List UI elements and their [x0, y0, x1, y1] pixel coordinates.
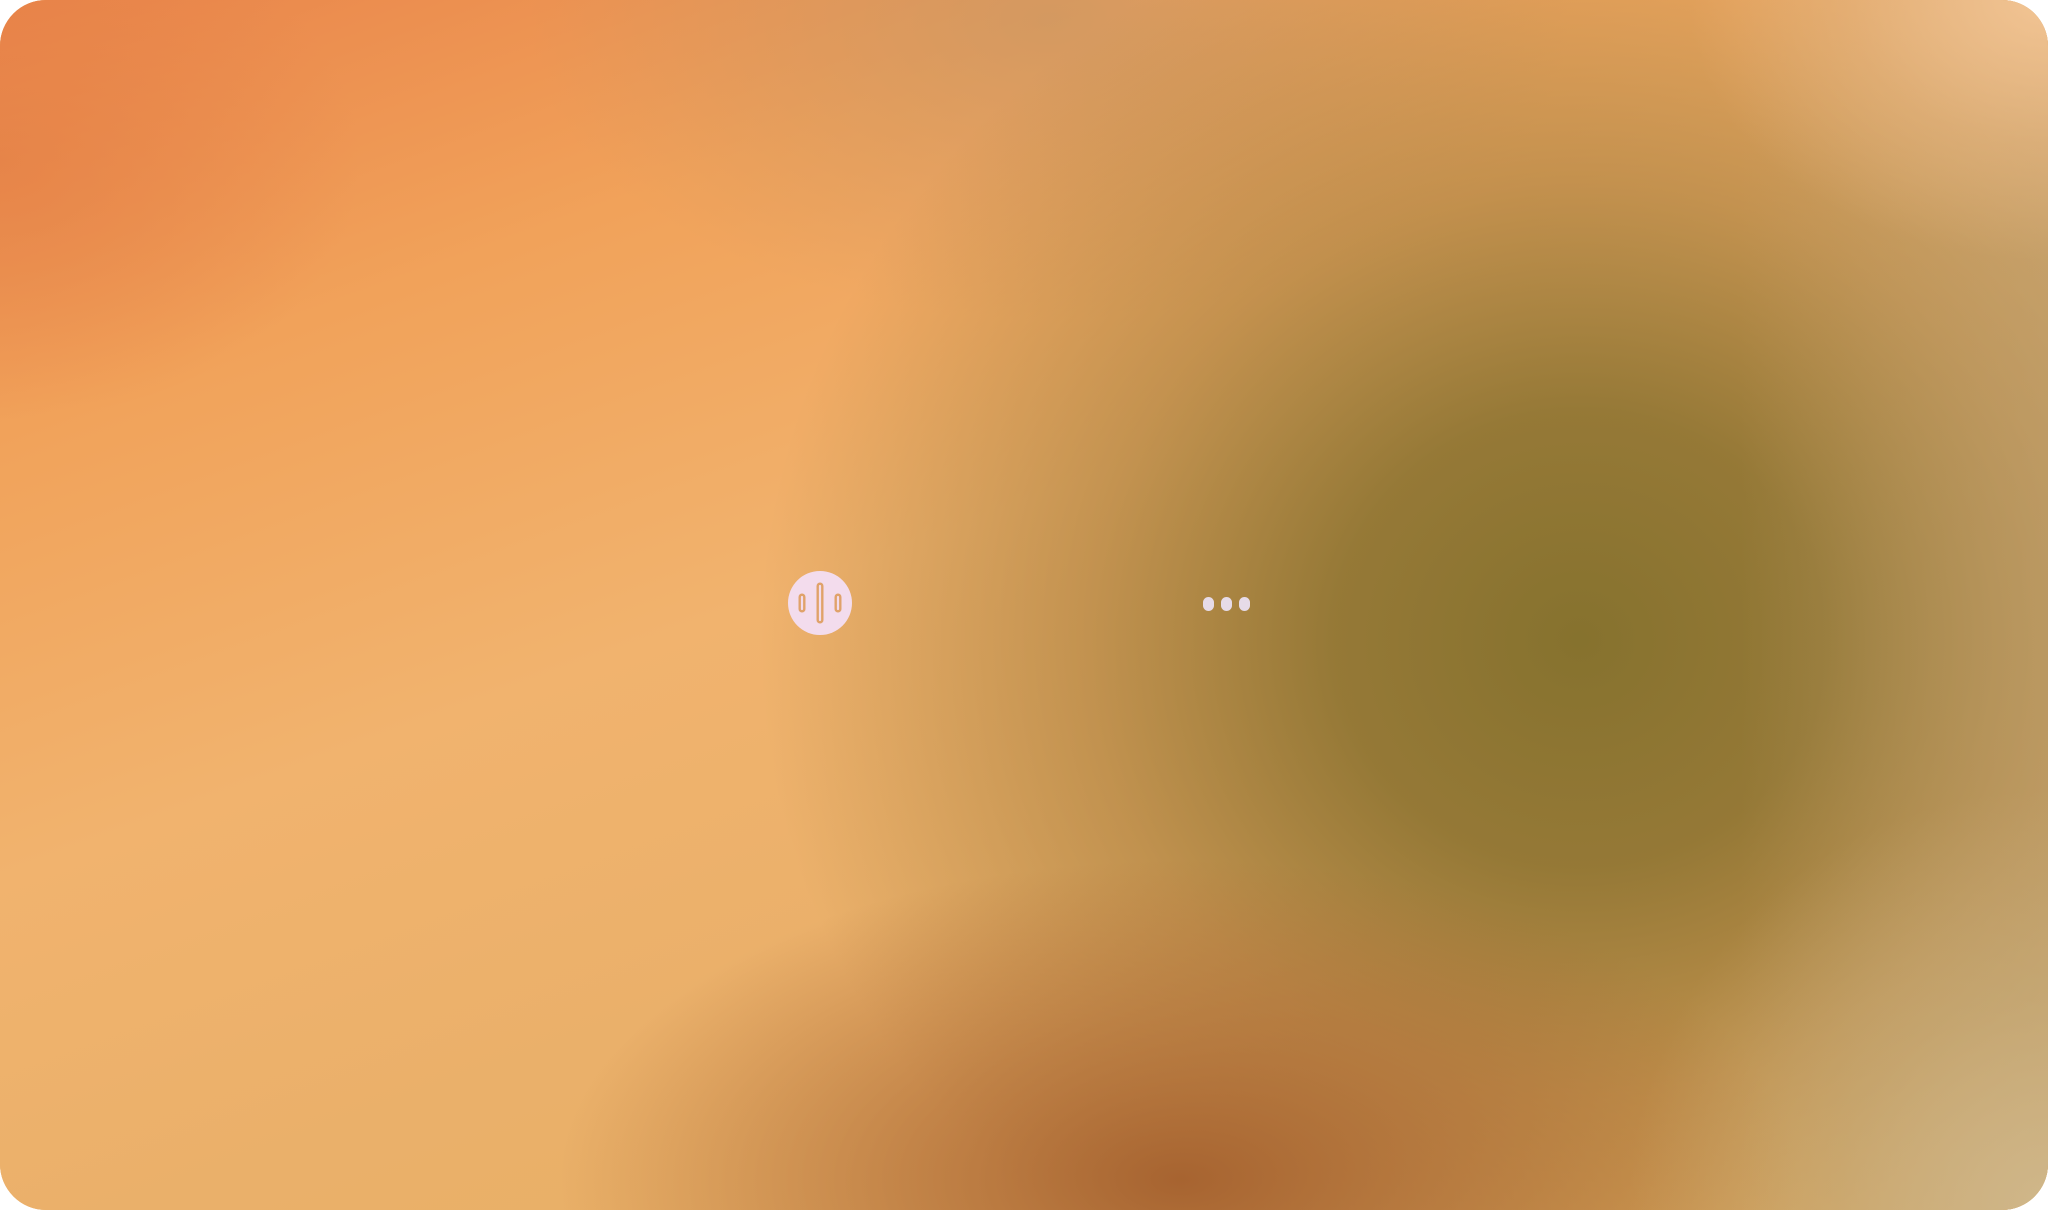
more-horizontal-icon-dot — [1239, 597, 1250, 611]
gradient-layer-bottom-right — [0, 0, 2048, 1210]
gradient-layer-olive — [0, 0, 2048, 1210]
gradient-layer-top-left — [0, 0, 2048, 1210]
more-options-button[interactable] — [1198, 592, 1256, 616]
voice-button[interactable] — [788, 571, 852, 635]
voice-mode-screen — [0, 0, 2048, 1210]
gradient-background — [0, 0, 2048, 1210]
more-horizontal-icon — [1203, 597, 1214, 611]
gradient-layer-top-right — [0, 0, 2048, 1210]
gradient-layer-right-edge — [0, 0, 2048, 1210]
more-horizontal-icon-dot — [1221, 597, 1232, 611]
voice-waveform-icon — [798, 582, 842, 624]
gradient-layer-top-middle — [0, 0, 2048, 1210]
gradient-layer-rust — [0, 0, 2048, 1210]
